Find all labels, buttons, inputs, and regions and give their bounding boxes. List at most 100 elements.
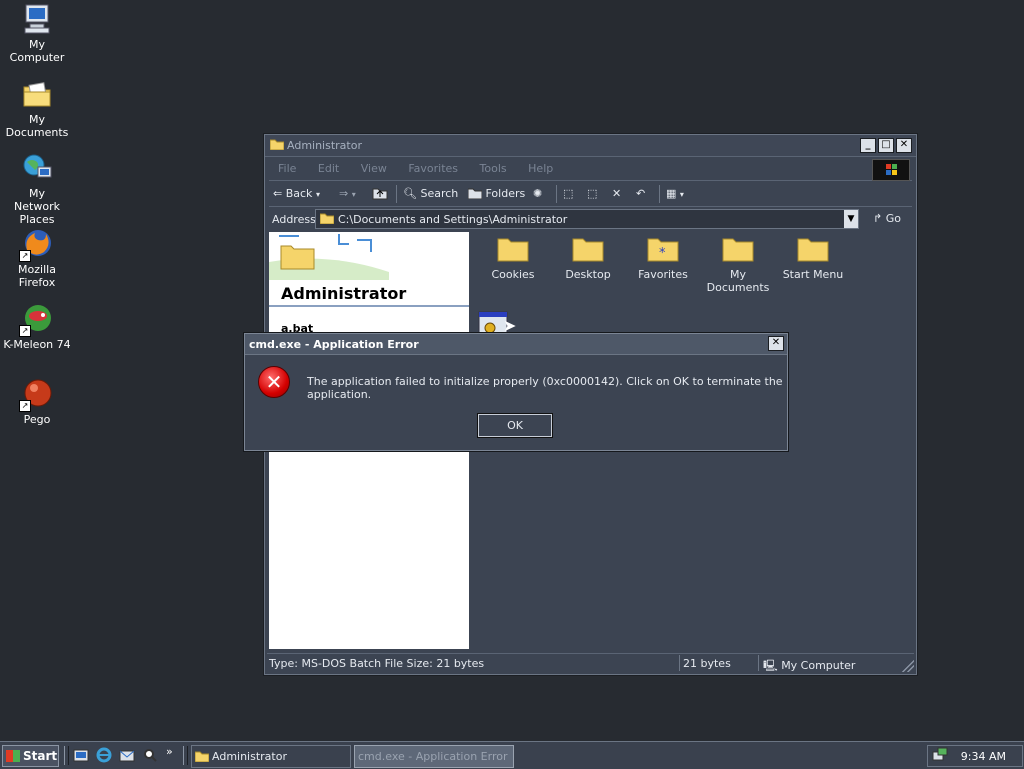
menu-view[interactable]: View	[352, 158, 396, 175]
address-dropdown-button[interactable]: ▼	[844, 210, 858, 228]
dialog-titlebar[interactable]: cmd.exe - Application Error ✕	[245, 334, 787, 355]
address-label: Address	[272, 213, 316, 226]
views-icon: ▦	[666, 187, 677, 200]
desktop-icon-my-computer[interactable]: My Computer	[0, 3, 74, 64]
desktop-icon-label: Mozilla Firefox	[18, 263, 56, 289]
undo-button[interactable]: ↶	[636, 186, 645, 202]
desktop-icon-my-network-places[interactable]: My Network Places	[0, 152, 74, 226]
folders-icon	[467, 188, 483, 200]
folder-label: Start Menu	[782, 268, 844, 281]
folders-button[interactable]: Folders	[467, 186, 526, 202]
windows-logo-icon	[6, 750, 20, 762]
folder-item-cookies[interactable]: Cookies	[473, 236, 553, 281]
desktop-icon-pego[interactable]: ↗ Pego	[0, 378, 74, 426]
status-bar: Type: MS-DOS Batch File Size: 21 bytes 2…	[267, 653, 914, 672]
folders-label: Folders	[485, 187, 526, 200]
taskbar-task-administrator[interactable]: Administrator	[191, 745, 351, 768]
start-button[interactable]: Start	[2, 745, 59, 767]
folder-label: Favorites	[638, 268, 688, 281]
error-icon: ✕	[258, 366, 290, 398]
folder-icon	[572, 236, 604, 262]
desktop-icon-k-meleon[interactable]: ↗ K-Meleon 74	[0, 303, 74, 351]
search-button[interactable]: 🔍︎ Search	[403, 186, 458, 202]
move-to-icon: ⬚	[563, 187, 574, 200]
folder-item-favorites[interactable]: * Favorites	[623, 236, 703, 281]
quicklaunch-internet-explorer-icon[interactable]	[96, 747, 112, 763]
ok-button[interactable]: OK	[477, 413, 553, 438]
dialog-close-button[interactable]: ✕	[768, 336, 784, 351]
go-arrow-icon: ↱	[873, 212, 883, 225]
close-button[interactable]: ✕	[896, 138, 912, 153]
pane-folder-title: Administrator	[281, 284, 407, 303]
resize-grip-icon[interactable]	[902, 660, 914, 672]
computer-icon: 🖳︎	[763, 659, 778, 672]
copy-to-button[interactable]: ⬚	[587, 186, 597, 202]
delete-icon: ✕	[612, 187, 622, 200]
history-button[interactable]: ✺	[533, 186, 542, 202]
pego-icon: ↗	[19, 378, 53, 412]
folder-icon	[320, 213, 334, 224]
go-button[interactable]: ↱ Go	[873, 212, 901, 225]
quicklaunch-more-chevron-icon[interactable]: »	[166, 745, 173, 758]
folder-item-desktop[interactable]: Desktop	[548, 236, 628, 281]
search-icon: 🔍︎	[403, 187, 417, 200]
documents-folder-icon	[21, 78, 53, 110]
firefox-icon: ↗	[19, 228, 53, 262]
k-meleon-icon: ↗	[19, 303, 53, 337]
views-button[interactable]: ▦ ▾	[666, 186, 684, 202]
svg-text:*: *	[659, 246, 666, 261]
address-value: C:\Documents and Settings\Administrator	[338, 213, 568, 226]
error-dialog[interactable]: cmd.exe - Application Error ✕ ✕ The appl…	[244, 333, 788, 451]
quicklaunch-search-icon[interactable]	[142, 747, 158, 763]
folder-icon	[722, 236, 754, 262]
up-folder-button[interactable]	[372, 186, 388, 202]
task-label: cmd.exe - Application Error	[358, 750, 508, 763]
minimize-button[interactable]: _	[860, 138, 876, 153]
back-arrow-icon: ⇐	[273, 187, 283, 200]
menu-edit[interactable]: Edit	[309, 158, 348, 175]
taskbar-grip	[64, 746, 69, 765]
maximize-button[interactable]: □	[878, 138, 894, 153]
address-input[interactable]: C:\Documents and Settings\Administrator …	[315, 209, 859, 229]
menu-bar: File Edit View Favorites Tools Help	[269, 158, 912, 181]
taskbar-divider	[183, 746, 188, 765]
forward-button[interactable]: ⇒ ▾	[339, 186, 356, 202]
shortcut-arrow-icon: ↗	[19, 250, 31, 262]
up-folder-icon	[372, 188, 388, 200]
folder-icon	[269, 139, 285, 151]
pane-divider	[269, 305, 469, 307]
toolbar: ⇐ Back ▾ ⇒ ▾ 🔍︎ Search Folders ✺ ⬚ ⬚ ✕ ↶…	[269, 182, 912, 207]
desktop-icon-label: K-Meleon 74	[3, 338, 71, 351]
menu-tools[interactable]: Tools	[471, 158, 516, 175]
window-titlebar[interactable]: Administrator _ □ ✕	[265, 135, 916, 157]
desktop-icon-label: My Network Places	[14, 187, 60, 226]
desktop-icon-my-documents[interactable]: My Documents	[0, 78, 74, 139]
folder-banner-graphic	[269, 232, 389, 280]
shortcut-arrow-icon: ↗	[19, 325, 31, 337]
network-tray-icon[interactable]	[932, 747, 948, 763]
desktop-icon-mozilla-firefox[interactable]: ↗ Mozilla Firefox	[0, 228, 74, 289]
quicklaunch-outlook-express-icon[interactable]	[119, 747, 135, 763]
dialog-message: The application failed to initialize pro…	[307, 375, 783, 401]
taskbar-task-cmd-error[interactable]: cmd.exe - Application Error	[354, 745, 514, 768]
shortcut-arrow-icon: ↗	[19, 400, 31, 412]
menu-favorites[interactable]: Favorites	[399, 158, 467, 175]
menu-file[interactable]: File	[269, 158, 305, 175]
address-bar: Address C:\Documents and Settings\Admini…	[269, 208, 912, 230]
computer-icon	[21, 3, 53, 35]
status-info: Type: MS-DOS Batch File Size: 21 bytes	[269, 657, 485, 670]
window-title: Administrator	[287, 139, 362, 152]
move-to-button[interactable]: ⬚	[563, 186, 573, 202]
history-icon: ✺	[533, 187, 543, 200]
folder-label: Desktop	[565, 268, 611, 281]
quicklaunch-show-desktop-icon[interactable]	[73, 747, 89, 763]
folder-item-my-documents[interactable]: My Documents	[698, 236, 778, 294]
folder-label: Cookies	[491, 268, 535, 281]
delete-button[interactable]: ✕	[612, 186, 621, 202]
menu-help[interactable]: Help	[519, 158, 562, 175]
taskbar: Start » Administrator cmd.exe - Applicat…	[0, 741, 1024, 769]
clock[interactable]: 9:34 AM	[961, 750, 1006, 763]
go-label: Go	[885, 212, 901, 225]
folder-item-start-menu[interactable]: Start Menu	[773, 236, 853, 281]
back-button[interactable]: ⇐ Back ▾	[273, 186, 320, 202]
